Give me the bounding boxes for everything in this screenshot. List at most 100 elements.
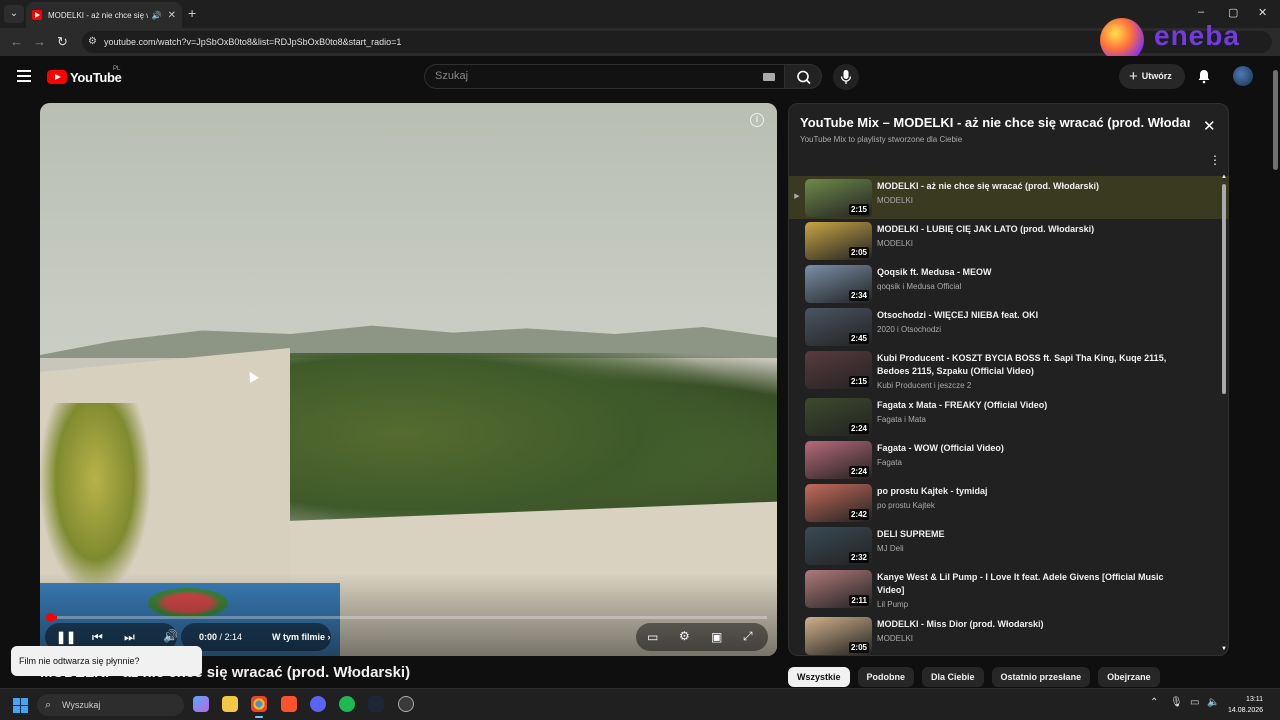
progress-bar[interactable] xyxy=(46,613,767,622)
chip-ostatnio-przesłane[interactable]: Ostatnio przesłane xyxy=(991,667,1091,687)
playlist-subtitle: YouTube Mix to playlisty stworzone dla C… xyxy=(800,135,963,144)
close-tab-icon[interactable]: ✕ xyxy=(168,10,176,21)
youtube-logo[interactable]: YouTube PL xyxy=(47,66,122,85)
video-player[interactable]: i ❚❚ ⏮ ⏭ 🔊 0:00 / 2:14 W tym filmie › ▭ … xyxy=(40,103,777,656)
voice-search-button[interactable] xyxy=(833,64,859,90)
tray-overflow-icon[interactable]: ⌃ xyxy=(1150,697,1158,708)
playlist-thumbnail[interactable]: 2:42 xyxy=(805,484,872,522)
scroll-down-arrow-icon[interactable]: ▼ xyxy=(1221,646,1227,652)
page-scrollbar[interactable] xyxy=(1271,60,1280,680)
playlist-item[interactable]: 2:05 MODELKI - LUBIĘ CIĘ JAK LATO (prod. … xyxy=(789,219,1229,262)
notifications-bell-icon[interactable] xyxy=(1196,68,1212,84)
brave-icon[interactable] xyxy=(281,696,297,712)
playlist-item[interactable]: 2:24 Fagata - WOW (Official Video) Fagata xyxy=(789,438,1229,481)
volume-icon[interactable]: 🔊 xyxy=(163,629,178,643)
tray-microphone-icon[interactable]: 🎙 xyxy=(1170,697,1183,708)
close-playlist-icon[interactable]: ✕ xyxy=(1203,117,1216,135)
audio-playing-icon[interactable]: 🔊 xyxy=(152,11,162,20)
reload-icon[interactable]: ↻ xyxy=(57,34,68,50)
chip-obejrzane[interactable]: Obejrzane xyxy=(1098,667,1160,687)
spotify-icon[interactable] xyxy=(339,696,355,712)
info-icon[interactable]: i xyxy=(750,113,764,127)
playlist-thumbnail[interactable]: 2:05 xyxy=(805,222,872,260)
create-button[interactable]: + Utwórz xyxy=(1119,64,1185,89)
file-explorer-icon[interactable] xyxy=(222,696,238,712)
search-button[interactable] xyxy=(784,64,822,89)
playlist-item-title: Fagata x Mata - FREAKY (Official Video) xyxy=(877,400,1048,410)
subtitles-icon[interactable]: ▭ xyxy=(647,630,658,644)
in-this-video-button[interactable]: W tym filmie › xyxy=(272,632,331,642)
playlist-item[interactable]: 2:34 Qoqsik ft. Medusa - MEOW qoqsik i Med… xyxy=(789,262,1229,305)
playlist-item-meta: po prostu Kajtek - tymidaj po prostu Kajt… xyxy=(877,481,1229,510)
url-text: youtube.com/watch?v=JpSbOxB0to8&list=RDJ… xyxy=(104,37,402,47)
playlist-item[interactable]: 2:24 Fagata x Mata - FREAKY (Official Vid… xyxy=(789,395,1229,438)
playlist-item[interactable]: 2:32 DELI SUPREME MJ Deli xyxy=(789,524,1229,567)
pause-icon[interactable]: ❚❚ xyxy=(56,630,76,644)
network-icon[interactable]: ▭ xyxy=(1190,697,1199,708)
browser-tab-active[interactable]: MODELKI - aż nie chce się wracać 🔊 ✕ xyxy=(26,2,182,28)
playlist-thumbnail[interactable]: 2:34 xyxy=(805,265,872,303)
playlist-item[interactable]: 2:15 Kubi Producent - KOSZT BYCIA BOSS ft… xyxy=(789,348,1229,395)
app-icon[interactable] xyxy=(398,696,414,712)
chip-podobne[interactable]: Podobne xyxy=(857,667,915,687)
scroll-up-arrow-icon[interactable]: ▲ xyxy=(1221,174,1227,180)
back-arrow-icon[interactable]: ← xyxy=(10,34,23,49)
youtube-favicon-icon xyxy=(32,10,42,20)
playlist-item-channel: MODELKI xyxy=(877,634,914,643)
duration-badge: 2:42 xyxy=(848,509,869,520)
playlist-thumbnail[interactable]: 2:32 xyxy=(805,527,872,565)
playlist-thumbnail[interactable]: 2:45 xyxy=(805,308,872,346)
chrome-icon[interactable] xyxy=(251,696,267,718)
playlist-item-meta: Fagata x Mata - FREAKY (Official Video) F… xyxy=(877,395,1229,424)
playlist-item-channel: qoqsik i Medusa Official xyxy=(877,282,962,291)
keyboard-icon[interactable] xyxy=(763,73,775,81)
duration-badge: 2:45 xyxy=(848,333,869,344)
windows-start-icon[interactable] xyxy=(13,698,28,713)
speaker-icon[interactable]: 🔈 xyxy=(1207,697,1219,708)
progress-scrubber[interactable] xyxy=(46,613,55,622)
playlist-item[interactable]: 2:42 po prostu Kajtek - tymidaj po prostu … xyxy=(789,481,1229,524)
filter-chips: Wszystkie Podobne Dla Ciebie Ostatnio przes… xyxy=(788,667,1160,687)
duration-badge: 2:15 xyxy=(848,204,869,215)
search-input[interactable]: Szukaj xyxy=(424,64,786,89)
playlist-title[interactable]: YouTube Mix – MODELKI - aż nie chce się … xyxy=(800,115,1190,130)
chip-wszystkie[interactable]: Wszystkie xyxy=(788,667,850,687)
playlist-thumbnail[interactable]: 2:15 xyxy=(805,351,872,389)
next-track-icon[interactable]: ⏭ xyxy=(124,630,135,645)
chip-dla-ciebie[interactable]: Dla Ciebie xyxy=(922,667,984,687)
taskbar-clock[interactable]: 13:11 14.08.2026 xyxy=(1228,694,1263,716)
taskbar-search-label: Wyszukaj xyxy=(62,700,101,710)
playlist-item-title: Qoqsik ft. Medusa - MEOW xyxy=(877,267,992,277)
playlist-thumbnail[interactable]: 2:24 xyxy=(805,398,872,436)
steam-icon[interactable] xyxy=(368,696,384,712)
playlist-thumbnail[interactable]: 2:11 xyxy=(805,570,872,608)
time-separator: / xyxy=(217,632,225,642)
playlist-scrollbar[interactable]: ▲ ▼ xyxy=(1221,174,1227,652)
playlist-item[interactable]: 2:45 Otsochodzi - WIĘCEJ NIEBA feat. OKI 2… xyxy=(789,305,1229,348)
site-info-icon[interactable]: ⚙ xyxy=(88,31,97,53)
playlist-item[interactable]: ▶ 2:15 MODELKI - aż nie chce się wracać (p… xyxy=(789,176,1229,219)
playlist-thumbnail[interactable]: 2:15 xyxy=(805,179,872,217)
menu-hamburger-icon[interactable] xyxy=(17,70,31,82)
fullscreen-icon[interactable]: ⤢ xyxy=(743,629,753,644)
playlist-item[interactable]: 2:11 Kanye West & Lil Pump - I Love It fe… xyxy=(789,567,1229,614)
previous-track-icon[interactable]: ⏮ xyxy=(92,630,103,645)
playlist-item[interactable]: 2:05 MODELKI - Miss Dior (prod. Włodarski… xyxy=(789,614,1229,657)
settings-gear-icon[interactable]: ⚙ xyxy=(679,629,690,643)
discord-icon[interactable] xyxy=(310,696,326,712)
forward-arrow-icon[interactable]: → xyxy=(33,34,46,49)
playlist-thumbnail[interactable]: 2:05 xyxy=(805,617,872,655)
taskbar-search[interactable]: ⌕ Wyszukaj xyxy=(37,694,184,716)
new-tab-button[interactable]: + xyxy=(188,5,196,21)
playlist-scrollbar-thumb[interactable] xyxy=(1222,184,1226,394)
playlist-item-meta: Fagata - WOW (Official Video) Fagata xyxy=(877,438,1229,467)
address-bar[interactable]: ⚙ youtube.com/watch?v=JpSbOxB0to8&list=R… xyxy=(82,31,1272,53)
tab-search-button[interactable]: ⌄ xyxy=(4,5,24,23)
playlist-item-meta: MODELKI - Miss Dior (prod. Włodarski) MOD… xyxy=(877,614,1229,643)
page-scrollbar-thumb[interactable] xyxy=(1273,70,1278,170)
account-avatar[interactable] xyxy=(1233,66,1253,86)
more-options-icon[interactable]: ⋮ xyxy=(1209,153,1221,167)
copilot-icon[interactable] xyxy=(193,696,209,712)
theater-mode-icon[interactable]: ▣ xyxy=(711,630,722,644)
playlist-thumbnail[interactable]: 2:24 xyxy=(805,441,872,479)
